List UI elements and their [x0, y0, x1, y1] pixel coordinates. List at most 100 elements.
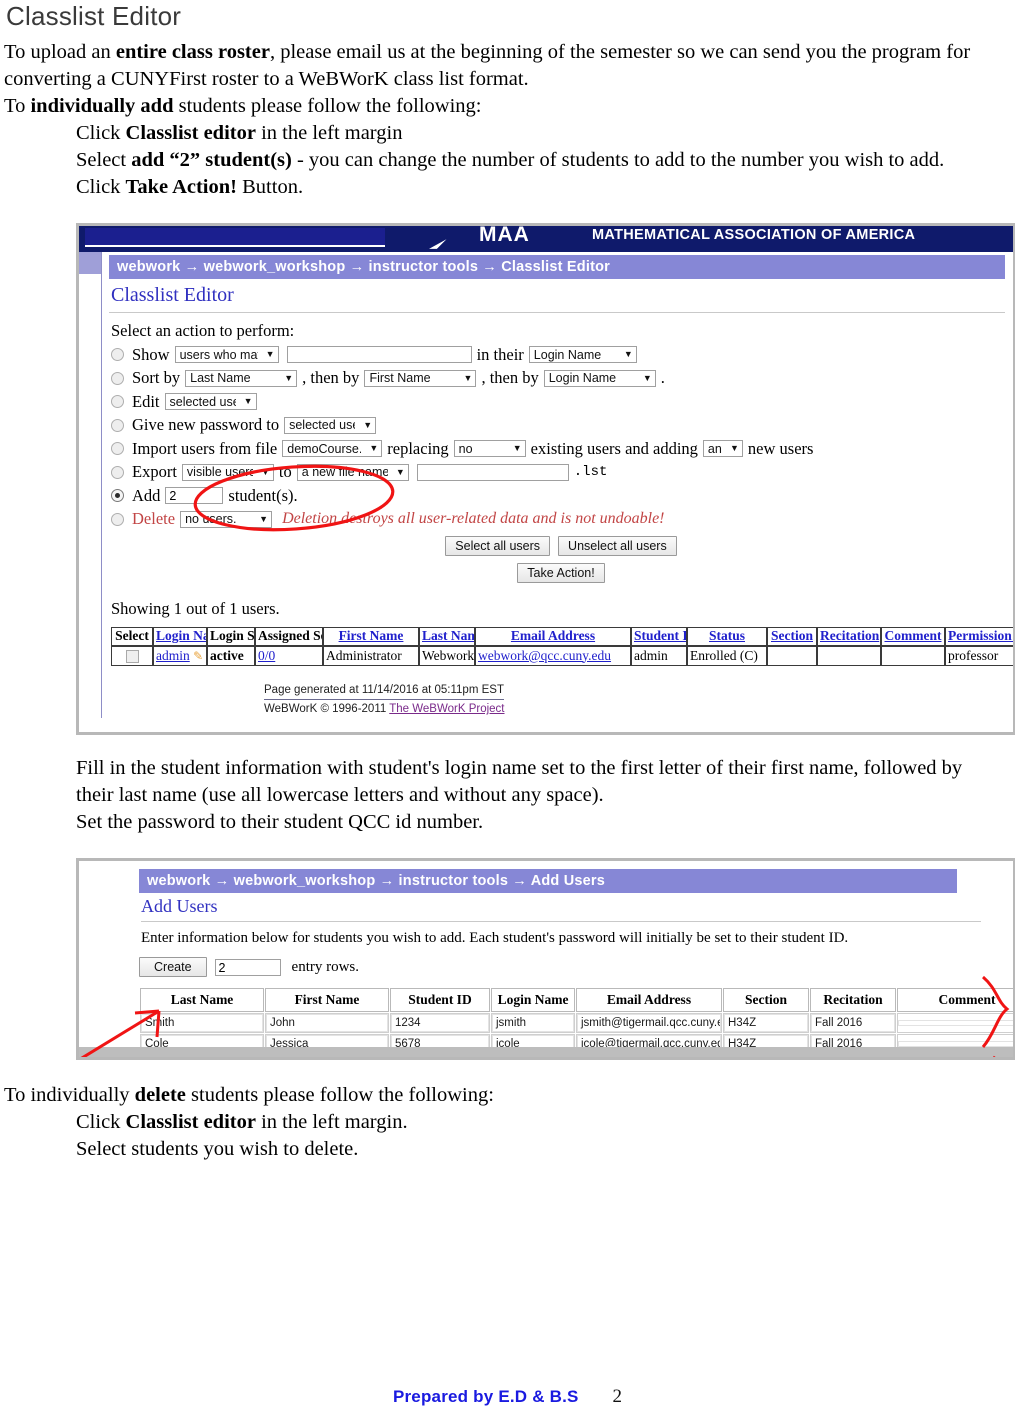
cell-assigned-sets[interactable]: 0/0 [255, 645, 323, 666]
breadcrumb-add-users[interactable]: webwork → webwork_workshop → instructor … [139, 869, 957, 894]
text-run-bold: delete [134, 1084, 186, 1107]
col-recitation[interactable]: Recitation [817, 627, 881, 646]
showing-count: Showing 1 out of 1 users. [111, 599, 280, 619]
chevron-down-icon: ▼ [265, 349, 275, 360]
input-comment[interactable] [898, 1020, 1013, 1027]
cell-login-name[interactable]: admin ✎ [153, 645, 207, 666]
webwork-sidebar[interactable] [79, 251, 102, 718]
input-export-filename[interactable] [416, 463, 569, 481]
action-row-delete[interactable]: Delete no users. ▼ Deletion destroys all… [111, 509, 1013, 529]
col-last-name-link[interactable]: Last Name [422, 628, 474, 643]
col-login-name-link[interactable]: Login Name [156, 628, 206, 643]
radio-edit[interactable] [111, 395, 124, 409]
email-link[interactable]: webwork@qcc.cuny.edu [478, 648, 611, 663]
input-student-id[interactable]: 1234 [391, 1014, 489, 1033]
col-assigned-sets: Assigned Sets [255, 627, 323, 646]
select-export-dest[interactable]: a new file named: ▼ [296, 463, 409, 481]
login-name-link[interactable]: admin [156, 648, 190, 663]
take-action-button[interactable]: Take Action! [517, 563, 605, 584]
col-login-name[interactable]: Login Name [153, 627, 207, 646]
col-comment[interactable]: Comment [881, 627, 945, 646]
cell-login-name[interactable]: jsmith [491, 1013, 575, 1034]
assigned-sets-link[interactable]: 0/0 [258, 648, 275, 663]
col-email-address: Email Address [576, 988, 722, 1013]
action-row-show[interactable]: Show users who match: ▼ in their Login N… [111, 345, 1013, 365]
col-student-id[interactable]: Student ID [631, 627, 687, 646]
select-sort-third[interactable]: Login Name ▼ [543, 369, 656, 387]
input-login-name[interactable]: jsmith [492, 1014, 574, 1033]
col-permission-level[interactable]: Permission Level [945, 627, 1013, 646]
text-run: Select students you wish to delete. [76, 1138, 359, 1161]
col-student-id-link[interactable]: Student ID [634, 628, 686, 643]
col-section-link[interactable]: Section [771, 628, 813, 643]
radio-delete[interactable] [111, 512, 124, 526]
col-status[interactable]: Status [687, 627, 767, 646]
text-run: Set the password to their student QCC id… [76, 810, 484, 833]
action-row-edit[interactable]: Edit selected users ▼ [111, 392, 1013, 412]
col-last-name[interactable]: Last Name [419, 627, 475, 646]
paragraph-individually-delete: To individually delete students please f… [4, 1082, 994, 1109]
action-row-export[interactable]: Export visible users ▼ to a new file nam… [111, 462, 1013, 482]
select-sort-first[interactable]: Last Name ▼ [185, 369, 298, 387]
cell-last-name[interactable]: Smith [140, 1013, 264, 1034]
select-delete-scope[interactable]: no users. ▼ [180, 510, 273, 528]
select-export-scope[interactable]: visible users ▼ [181, 463, 274, 481]
col-permission-level-link[interactable]: Permission Level [948, 628, 1013, 643]
cell-section[interactable]: H34Z [723, 1013, 809, 1034]
edit-pencil-icon[interactable]: ✎ [193, 649, 203, 663]
radio-show[interactable] [111, 348, 124, 362]
select-show-match[interactable]: users who match: ▼ [174, 346, 279, 364]
input-recitation[interactable]: Fall 2016 [811, 1014, 895, 1033]
input-show-search[interactable] [286, 346, 472, 364]
unselect-all-users-button[interactable]: Unselect all users [558, 536, 677, 557]
action-row-sort[interactable]: Sort by Last Name ▼ , then by First Name… [111, 368, 1013, 388]
label-show-in-their: in their [476, 344, 524, 364]
radio-sort[interactable] [111, 371, 124, 385]
col-recitation-link[interactable]: Recitation [820, 628, 879, 643]
select-all-users-button[interactable]: Select all users [445, 536, 551, 557]
select-edit-target[interactable]: selected users ▼ [164, 393, 257, 411]
cell-student-id[interactable]: 1234 [390, 1013, 490, 1034]
radio-password[interactable] [111, 418, 124, 432]
radio-export[interactable] [111, 465, 124, 479]
select-import-file[interactable]: demoCourse.lst ▼ [282, 440, 383, 458]
input-last-name[interactable]: Smith [141, 1014, 263, 1033]
create-rows-row: Create 2 entry rows. [139, 957, 1013, 978]
step-select-students-to-delete: Select students you wish to delete. [76, 1136, 996, 1163]
input-email[interactable]: jsmith@tigermail.qcc.cuny.e [577, 1014, 721, 1033]
col-first-name-link[interactable]: First Name [339, 628, 404, 643]
action-row-add[interactable]: Add 2 student(s). [111, 486, 1013, 506]
select-password-target[interactable]: selected users ▼ [284, 416, 377, 434]
select-sort-second[interactable]: First Name ▼ [364, 369, 477, 387]
col-email-address[interactable]: Email Address [475, 627, 631, 646]
select-show-field-value: Login Name [533, 347, 602, 362]
cell-comment[interactable] [897, 1013, 1013, 1034]
select-import-replacing[interactable]: no ▼ [453, 440, 526, 458]
create-button[interactable]: Create [139, 957, 207, 978]
radio-import[interactable] [111, 442, 124, 456]
cell-email[interactable]: webwork@qcc.cuny.edu [475, 645, 631, 666]
cell-email[interactable]: jsmith@tigermail.qcc.cuny.e [576, 1013, 722, 1034]
breadcrumb[interactable]: webwork → webwork_workshop → instructor … [109, 254, 1005, 279]
cell-select[interactable] [111, 645, 153, 666]
row-checkbox[interactable] [125, 649, 139, 663]
action-row-import[interactable]: Import users from file demoCourse.lst ▼ … [111, 439, 1013, 459]
input-entry-rows-count[interactable]: 2 [214, 958, 281, 976]
col-email-address-link[interactable]: Email Address [511, 628, 595, 643]
cell-recitation[interactable]: Fall 2016 [810, 1013, 896, 1034]
select-import-adding[interactable]: any ▼ [702, 440, 743, 458]
col-comment-link[interactable]: Comment [885, 628, 942, 643]
cell-comment [881, 645, 945, 666]
col-first-name[interactable]: First Name [323, 627, 419, 646]
radio-add[interactable] [111, 489, 124, 503]
select-show-field[interactable]: Login Name ▼ [528, 346, 637, 364]
input-section[interactable]: H34Z [724, 1014, 808, 1033]
cell-first-name[interactable]: John [265, 1013, 389, 1034]
action-row-password[interactable]: Give new password to selected users ▼ [111, 415, 1013, 435]
select-password-target-value: selected users [289, 418, 355, 433]
col-section[interactable]: Section [767, 627, 817, 646]
input-first-name[interactable]: John [266, 1014, 388, 1033]
input-add-count[interactable]: 2 [165, 487, 224, 505]
col-status-link[interactable]: Status [709, 628, 745, 643]
webwork-project-link[interactable]: The WeBWorK Project [389, 703, 504, 715]
